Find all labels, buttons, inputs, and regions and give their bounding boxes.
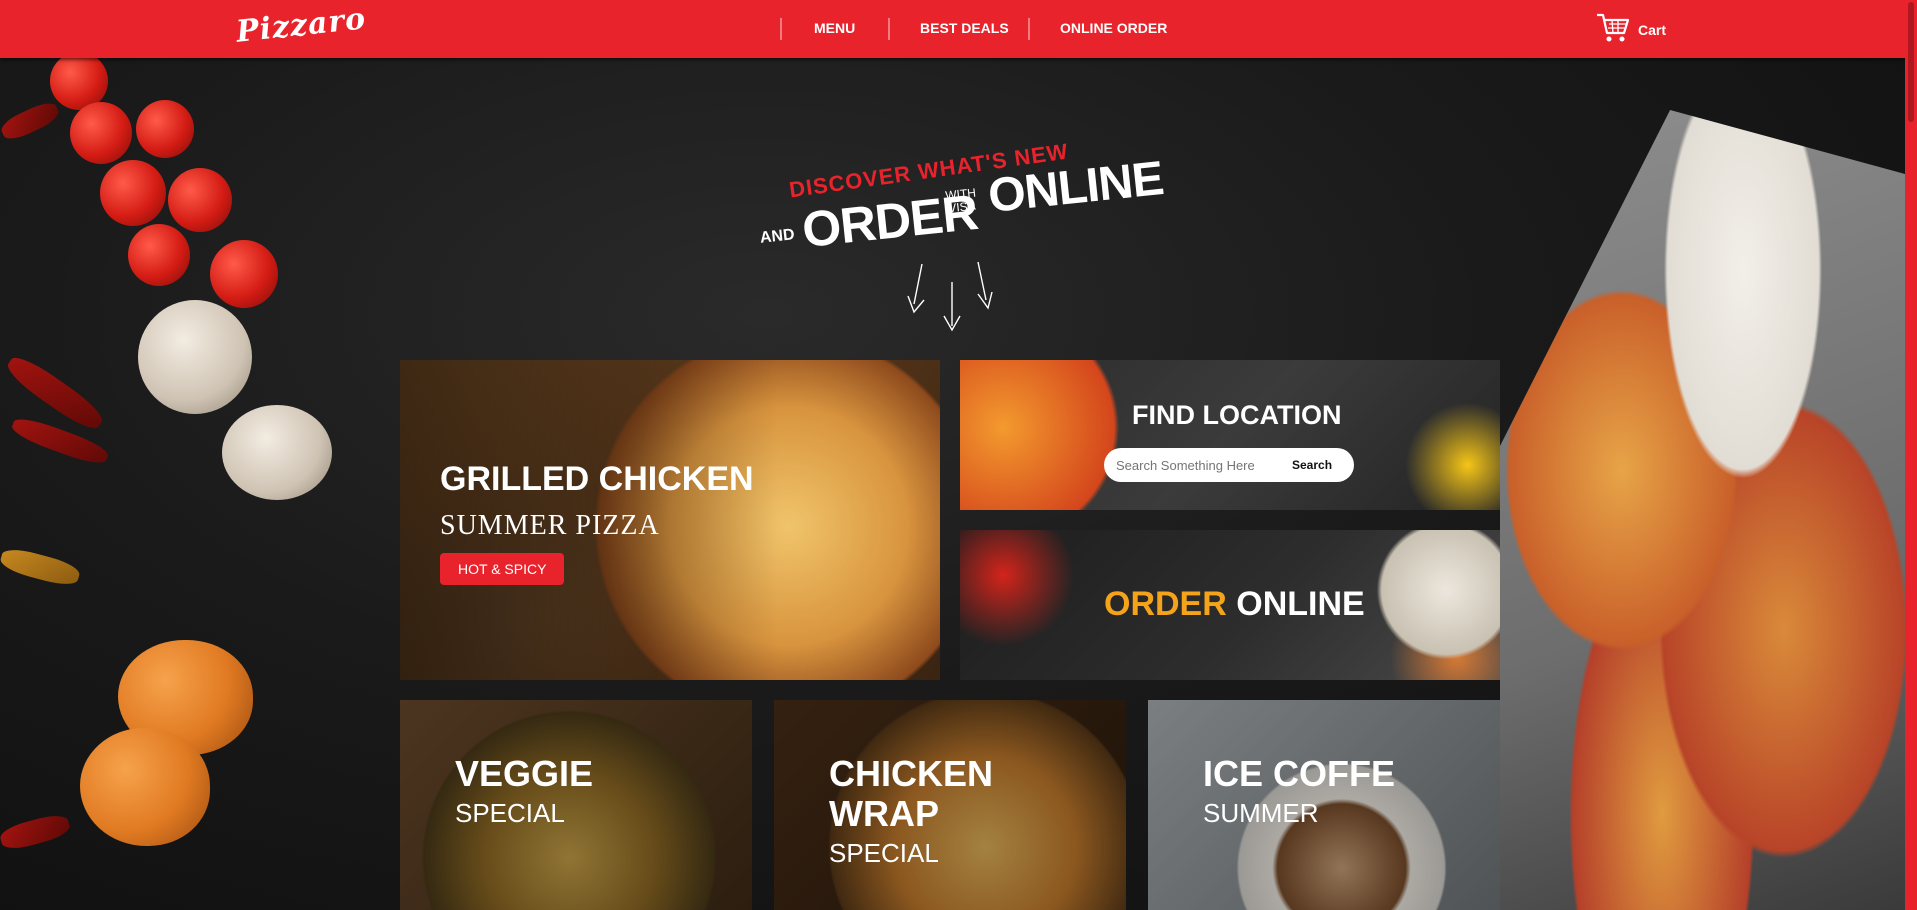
mushroom-decoration [138,300,252,414]
nav-separator [888,18,890,40]
search-box: Search [1104,448,1354,482]
nav-separator [1028,18,1030,40]
nav-item-online-order[interactable]: ONLINE ORDER [1060,20,1167,36]
promo-card-grilled-chicken[interactable]: GRILLED CHICKEN SUMMER PIZZA HOT & SPICY [400,360,940,680]
order-online-word: ONLINE [1236,585,1365,623]
promo-title: GRILLED CHICKEN [440,460,754,498]
find-location-card: FIND LOCATION Search [960,360,1500,510]
nav-item-menu[interactable]: MENU [814,20,855,36]
egg-decoration [80,728,210,846]
order-online-title: ORDER ONLINE [1104,585,1365,624]
search-button[interactable]: Search [1292,458,1332,472]
tomato-decoration [168,168,232,232]
menu-card-title: ICE COFFE [1203,753,1396,794]
tomato-decoration [70,102,132,164]
tomato-decoration [136,100,194,158]
page-scrollbar[interactable] [1905,0,1917,910]
hot-spicy-button[interactable]: HOT & SPICY [440,553,565,585]
mushroom-decoration [222,405,332,500]
menu-card-subtitle: SPECIAL [829,838,939,868]
nav-separator [780,18,782,40]
cart-label: Cart [1638,22,1667,38]
shopping-cart-icon [1596,12,1630,48]
promo-subtitle: SUMMER PIZZA [440,510,660,541]
brand-logo[interactable]: Pizzaro [235,1,368,49]
order-online-accent-word: ORDER [1104,585,1227,623]
tomato-decoration [128,224,190,286]
find-location-title: FIND LOCATION [1132,400,1342,430]
menu-card-veggie[interactable]: VEGGIE SPECIAL [400,700,752,910]
menu-card-title: VEGGIE [455,753,594,794]
tomato-decoration [100,160,166,226]
tomato-decoration [210,240,278,308]
search-input[interactable] [1114,456,1288,474]
menu-card-subtitle: SPECIAL [455,798,565,828]
menu-card-subtitle: SUMMER [1203,798,1319,828]
scrollbar-thumb[interactable] [1908,2,1914,122]
hero-headline: DISCOVER WHAT'S NEW AND ORDER WITH VISA … [740,120,1165,260]
menu-card-ice-coffee[interactable]: ICE COFFE SUMMER [1148,700,1500,910]
menu-card-chicken-wrap[interactable]: CHICKEN WRAP SPECIAL [774,700,1126,910]
cart-button[interactable]: Cart [1596,12,1666,48]
menu-card-title-line: WRAP [829,793,939,834]
with-visa-text: WITH VISA [945,185,978,215]
order-online-card[interactable]: ORDER ONLINE [960,530,1500,680]
and-text: AND [759,226,796,247]
down-arrows-icon [900,258,1000,336]
menu-card-title: CHICKEN WRAP [829,754,993,834]
top-navigation-bar: Pizzaro MENU BEST DEALS ONLINE ORDER Car… [0,0,1905,58]
nav-item-best-deals[interactable]: BEST DEALS [920,20,1009,36]
menu-card-title-line: CHICKEN [829,753,994,794]
